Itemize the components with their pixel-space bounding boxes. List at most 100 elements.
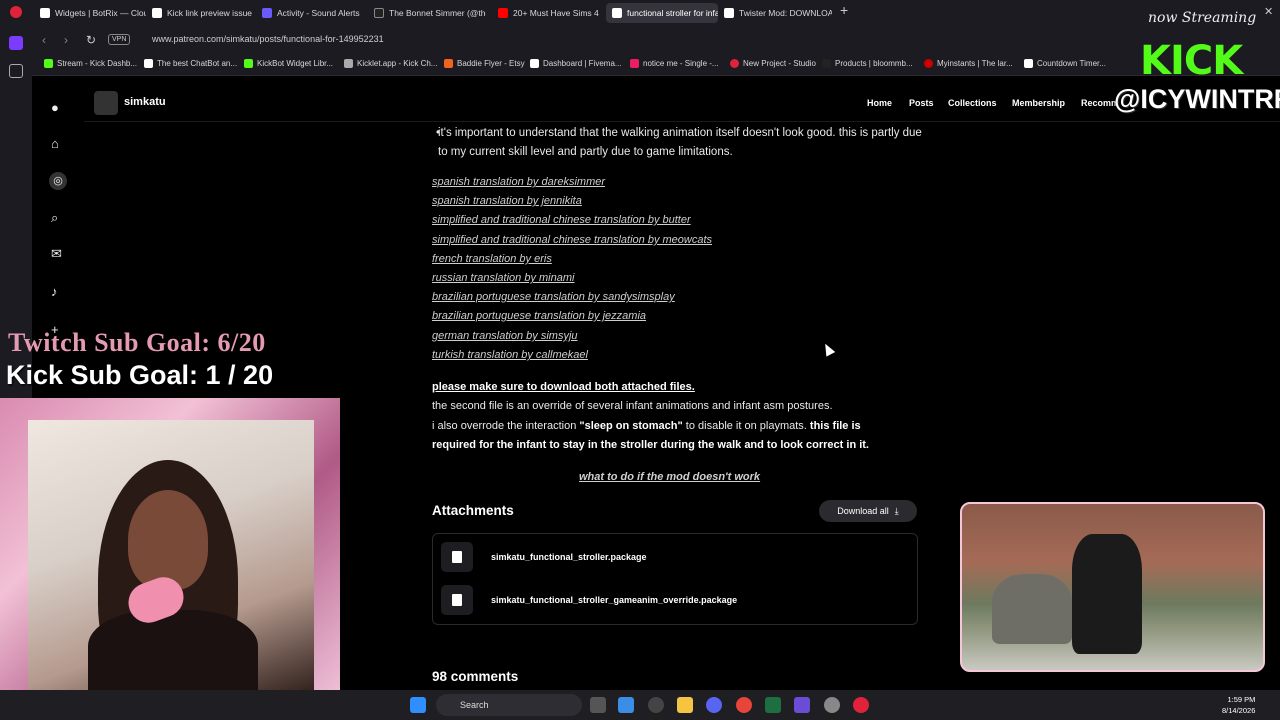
translation-link[interactable]: french translation by eris bbox=[432, 253, 552, 265]
comments-heading: 98 comments bbox=[432, 669, 519, 684]
streamer-face bbox=[128, 490, 208, 590]
studio-icon bbox=[730, 59, 739, 68]
sim-character bbox=[1072, 534, 1142, 654]
bookmark-item[interactable]: New Project - Studio bbox=[730, 59, 816, 68]
webcam-feed bbox=[0, 398, 340, 720]
task-view-icon[interactable] bbox=[590, 697, 606, 713]
stroller bbox=[992, 574, 1072, 644]
github-icon bbox=[152, 8, 162, 18]
bloom-icon bbox=[822, 59, 831, 68]
opera-icon[interactable] bbox=[853, 697, 869, 713]
patreon-icon bbox=[724, 8, 734, 18]
nav-collections[interactable]: Collections bbox=[948, 98, 997, 108]
bookmark-item[interactable]: The best ChatBot an... bbox=[144, 59, 237, 68]
download-all-button[interactable]: Download all ⤓ bbox=[819, 500, 917, 522]
fivemanage-icon bbox=[530, 59, 539, 68]
bot-icon bbox=[144, 59, 153, 68]
settings-icon[interactable] bbox=[824, 697, 840, 713]
explore-icon[interactable]: ◎ bbox=[49, 172, 67, 190]
etsy-icon bbox=[444, 59, 453, 68]
tab-bonnet-simmer[interactable]: The Bonnet Simmer (@the bbox=[368, 3, 486, 23]
tab-sound-alerts[interactable]: Activity - Sound Alerts bbox=[256, 3, 368, 23]
nav-posts[interactable]: Posts bbox=[909, 98, 934, 108]
bookmark-item[interactable]: Baddie Flyer - Etsy bbox=[444, 59, 525, 68]
close-window-icon[interactable]: ✕ bbox=[1264, 5, 1273, 18]
tab-botrix[interactable]: Widgets | BotRix — Cloud bbox=[34, 3, 146, 23]
star-icon[interactable] bbox=[9, 64, 23, 78]
bookmark-item[interactable]: Countdown Timer... bbox=[1024, 59, 1106, 68]
search-icon[interactable]: ⌕ bbox=[51, 210, 58, 226]
url-field[interactable]: www.patreon.com/simkatu/posts/functional… bbox=[152, 34, 384, 44]
tab-twister-mod[interactable]: Twister Mod: DOWNLOAD bbox=[718, 3, 832, 23]
obs-icon[interactable] bbox=[648, 697, 664, 713]
download-icon: ⤓ bbox=[894, 505, 899, 516]
workspace-icon[interactable] bbox=[9, 36, 23, 50]
post-paragraph: required for the infant to stay in the s… bbox=[432, 439, 869, 451]
translation-link[interactable]: german translation by simsyju bbox=[432, 330, 578, 342]
post-paragraph: i also overrode the interaction "sleep o… bbox=[432, 420, 861, 432]
music-icon bbox=[630, 59, 639, 68]
attachment-item[interactable]: simkatu_functional_stroller.package bbox=[441, 542, 647, 572]
translation-link[interactable]: simplified and traditional chinese trans… bbox=[432, 214, 691, 226]
kick-icon bbox=[44, 59, 53, 68]
new-tab-icon[interactable]: + bbox=[840, 2, 848, 18]
kick-logo: KICK bbox=[1140, 38, 1243, 84]
forward-icon[interactable]: › bbox=[64, 33, 68, 47]
bookmark-item[interactable]: Products | bloommb... bbox=[822, 59, 913, 68]
game-capture bbox=[960, 502, 1265, 672]
translation-link[interactable]: spanish translation by dareksimmer bbox=[432, 176, 605, 188]
kick-sub-goal: Kick Sub Goal: 1 / 20 bbox=[6, 360, 274, 390]
kicklet-icon bbox=[344, 59, 353, 68]
bookmark-item[interactable]: Kicklet.app - Kick Ch... bbox=[344, 59, 437, 68]
system-clock[interactable]: 1:59 PM 8/14/2026 bbox=[1222, 694, 1255, 716]
start-icon[interactable] bbox=[410, 697, 426, 713]
translation-link[interactable]: spanish translation by jennikita bbox=[432, 195, 582, 207]
post-bullet-text: it's important to understand that the wa… bbox=[436, 124, 928, 162]
timer-icon bbox=[1024, 59, 1033, 68]
taskbar-search[interactable]: Search bbox=[436, 694, 582, 716]
bookmark-item[interactable]: Myinstants | The lar... bbox=[924, 59, 1013, 68]
back-icon[interactable]: ‹ bbox=[42, 33, 46, 47]
tab-kick-link[interactable]: Kick link preview issue bbox=[146, 3, 254, 23]
address-bar: ‹ › ↻ VPN www.patreon.com/simkatu/posts/… bbox=[32, 26, 1280, 54]
youtube-icon bbox=[498, 8, 508, 18]
streamer-body bbox=[88, 610, 258, 700]
sound-alerts-icon bbox=[262, 8, 272, 18]
app-grid-icon[interactable] bbox=[794, 697, 810, 713]
tab-functional-stroller[interactable]: functional stroller for infa bbox=[606, 3, 718, 23]
reload-icon[interactable]: ↻ bbox=[86, 33, 96, 47]
nav-home[interactable]: Home bbox=[867, 98, 892, 108]
now-streaming-text: now Streaming bbox=[1148, 10, 1257, 26]
home-icon[interactable]: ⌂ bbox=[51, 136, 59, 151]
copilot-icon[interactable] bbox=[618, 697, 634, 713]
file-icon bbox=[441, 542, 473, 572]
botrix-icon bbox=[40, 8, 50, 18]
translation-link[interactable]: brazilian portuguese translation by jezz… bbox=[432, 310, 646, 322]
chat-icon[interactable]: ✉ bbox=[51, 246, 62, 262]
bookmark-item[interactable]: Stream - Kick Dashb... bbox=[44, 59, 137, 68]
attachment-item[interactable]: simkatu_functional_stroller_gameanim_ove… bbox=[441, 585, 737, 615]
help-link[interactable]: what to do if the mod doesn't work bbox=[579, 471, 760, 483]
translation-link[interactable]: simplified and traditional chinese trans… bbox=[432, 234, 712, 246]
bell-icon[interactable]: ♪ bbox=[51, 284, 58, 299]
translation-link[interactable]: turkish translation by callmekael bbox=[432, 349, 588, 361]
creator-header: simkatu Home Posts Collections Membershi… bbox=[84, 86, 1280, 122]
chrome-icon[interactable] bbox=[736, 697, 752, 713]
creator-name[interactable]: simkatu bbox=[124, 96, 166, 108]
avatar[interactable] bbox=[94, 91, 118, 115]
nav-membership[interactable]: Membership bbox=[1012, 98, 1065, 108]
vpn-badge[interactable]: VPN bbox=[108, 34, 131, 45]
patreon-logo-icon[interactable]: ● bbox=[51, 100, 59, 115]
bookmark-item[interactable]: Dashboard | Fivema... bbox=[530, 59, 622, 68]
file-icon bbox=[441, 585, 473, 615]
bookmark-item[interactable]: notice me - Single -... bbox=[630, 59, 719, 68]
opera-logo-icon[interactable] bbox=[10, 6, 22, 18]
discord-icon[interactable] bbox=[706, 697, 722, 713]
post-paragraph: the second file is an override of severa… bbox=[432, 400, 833, 412]
translation-link[interactable]: russian translation by minami bbox=[432, 272, 574, 284]
translation-link[interactable]: brazilian portuguese translation by sand… bbox=[432, 291, 675, 303]
file-explorer-icon[interactable] bbox=[677, 697, 693, 713]
excel-icon[interactable] bbox=[765, 697, 781, 713]
tab-sims-mods-video[interactable]: 20+ Must Have Sims 4 bbox=[492, 3, 604, 23]
bookmark-item[interactable]: KickBot Widget Libr... bbox=[244, 59, 333, 68]
